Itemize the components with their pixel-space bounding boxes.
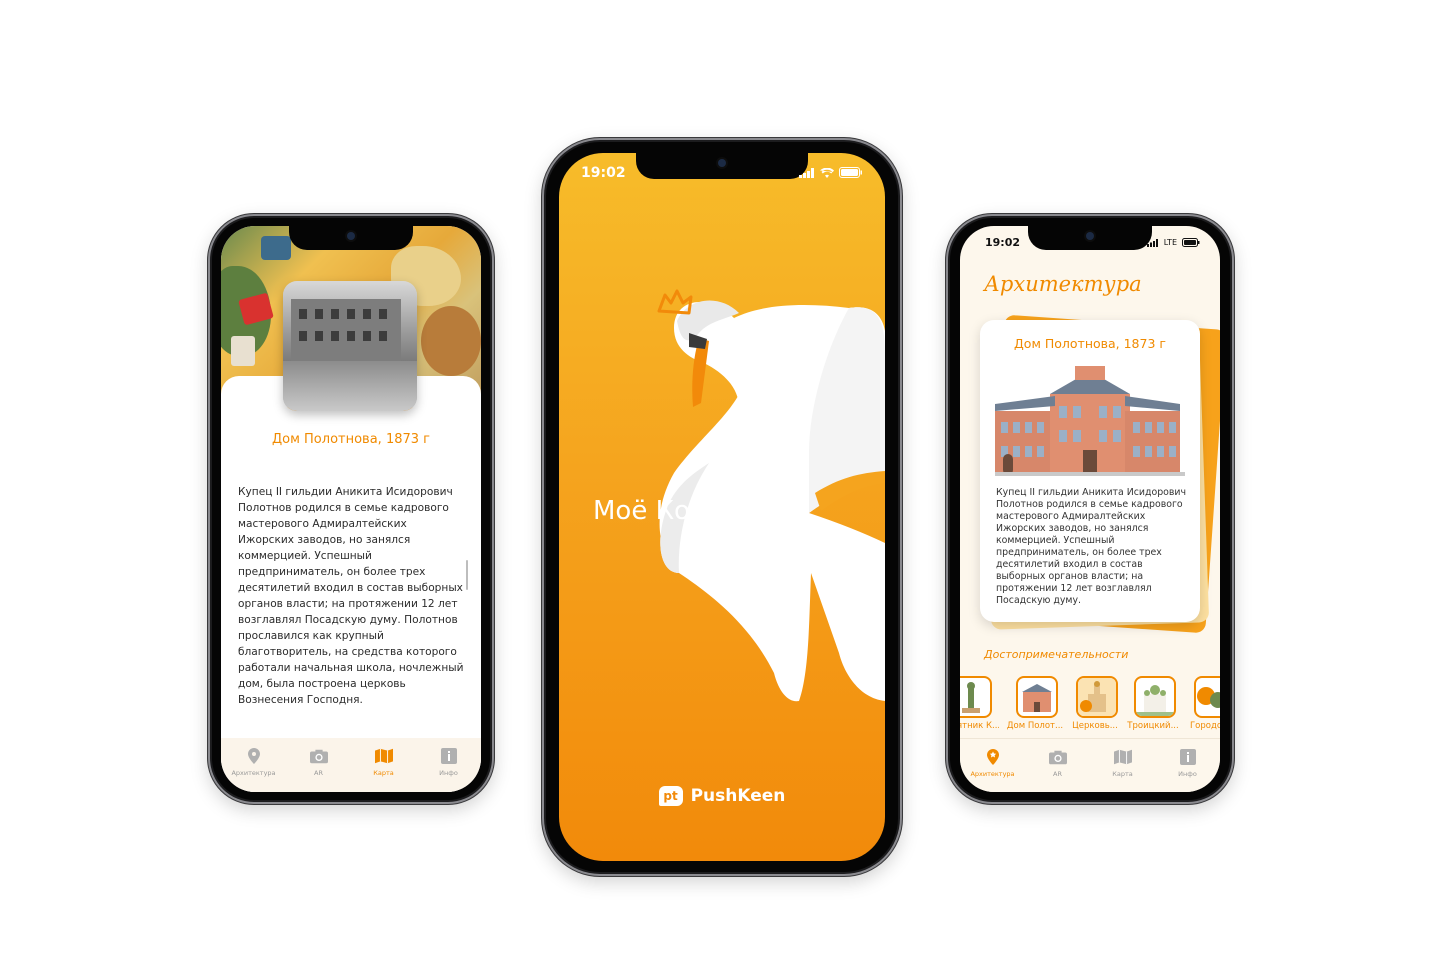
tab-ar[interactable]: AR	[1028, 749, 1088, 778]
location-pin-icon	[984, 749, 1002, 765]
phone-center: 19:02 Моё Колпино pt PushKeen	[542, 138, 902, 876]
map-icon	[374, 748, 393, 764]
app-title: Моё Колпино	[593, 496, 774, 526]
historic-photo[interactable]	[283, 281, 417, 411]
camera-icon	[1048, 749, 1067, 765]
notch	[636, 153, 808, 179]
sight-thumb-city[interactable]	[1194, 676, 1220, 718]
tab-label: Архитектура	[231, 769, 276, 777]
tab-label: Карта	[1112, 770, 1133, 778]
tab-label: Инфо	[439, 769, 458, 777]
tab-info[interactable]: Инфо	[419, 748, 479, 777]
brand-name: PushKeen	[690, 786, 786, 806]
sight-label: Церковь...	[1072, 721, 1118, 731]
sights-section-label: Достопримечательности	[984, 648, 1129, 661]
tab-architecture[interactable]: Архитектура	[224, 748, 284, 777]
tab-info[interactable]: Инфо	[1158, 749, 1218, 778]
wifi-icon	[820, 167, 834, 178]
sight-thumb-monument[interactable]	[960, 676, 992, 718]
info-icon	[440, 748, 458, 764]
notch	[1028, 226, 1152, 250]
notch	[289, 226, 413, 250]
building-illustration	[995, 366, 1185, 476]
status-time: 19:02	[581, 165, 626, 181]
card-description: Купец II гильдии Аникита Исидорович Поло…	[996, 487, 1187, 606]
tab-architecture[interactable]: Архитектура	[963, 749, 1023, 778]
front-camera	[718, 159, 726, 167]
sight-thumb-cathedral[interactable]	[1134, 676, 1176, 718]
tab-bar: Архитектура AR Карта Инфо	[221, 738, 481, 792]
tab-map[interactable]: Карта	[1093, 749, 1153, 778]
tab-ar[interactable]: AR	[289, 748, 349, 777]
front-camera	[347, 232, 355, 240]
phone-right: 19:02 LTE Архитектура Дом Полотнова, 187…	[946, 214, 1234, 804]
location-pin-icon	[245, 748, 263, 764]
status-icons	[799, 167, 863, 178]
network-label: LTE	[1163, 238, 1177, 247]
status-time: 19:02	[985, 236, 1021, 249]
sight-thumb-house[interactable]	[1016, 676, 1058, 718]
pushkeen-logo-icon: pt	[658, 786, 683, 806]
phone-left: Дом Полотнова, 1873 г Купец II гильдии А…	[208, 214, 494, 804]
camera-icon	[309, 748, 328, 764]
scrollbar[interactable]	[466, 560, 468, 590]
tab-map[interactable]: Карта	[354, 748, 414, 777]
card-title: Дом Полотнова, 1873 г	[1014, 336, 1166, 351]
sight-label: Памятник К...	[960, 721, 999, 731]
tab-label: Архитектура	[970, 770, 1015, 778]
signal-icon	[799, 167, 814, 178]
info-icon	[1179, 749, 1197, 765]
battery-icon	[1182, 238, 1200, 247]
tab-label: AR	[314, 769, 323, 777]
brand-footer: pt PushKeen	[559, 786, 885, 806]
sight-label: Городс...	[1190, 721, 1220, 731]
splash-screen: 19:02 Моё Колпино pt PushKeen	[559, 153, 885, 861]
signal-icon	[1146, 238, 1158, 247]
tab-bar: Архитектура AR Карта Инфо	[960, 738, 1220, 792]
detail-screen: Дом Полотнова, 1873 г Купец II гильдии А…	[221, 226, 481, 792]
tab-label: Карта	[373, 769, 394, 777]
page-title: Архитектура	[984, 272, 1142, 296]
card-title: Дом Полотнова, 1873 г	[271, 432, 430, 447]
front-camera	[1086, 232, 1094, 240]
description-text: Купец II гильдии Аникита Исидорович Поло…	[238, 486, 464, 706]
architecture-screen: 19:02 LTE Архитектура Дом Полотнова, 187…	[960, 226, 1220, 792]
sights-carousel: Памятник К... Дом Полот... Церковь... Тр…	[960, 676, 1220, 736]
sight-label: Дом Полот...	[1006, 721, 1064, 731]
building-card[interactable]: Дом Полотнова, 1873 г Купец II гильдии А…	[980, 320, 1200, 622]
map-icon	[1113, 749, 1132, 765]
battery-icon	[839, 167, 862, 178]
tab-label: AR	[1053, 770, 1062, 778]
sight-label: Троицкий...	[1127, 721, 1179, 731]
tab-label: Инфо	[1178, 770, 1197, 778]
status-icons: LTE	[1146, 238, 1200, 247]
sight-thumb-church[interactable]	[1076, 676, 1118, 718]
